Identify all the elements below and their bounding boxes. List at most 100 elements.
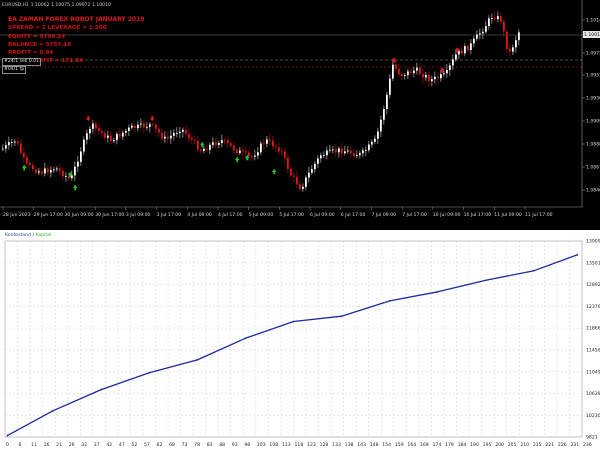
candle-body bbox=[419, 67, 421, 74]
candle-body bbox=[464, 46, 466, 54]
candle-body bbox=[470, 43, 472, 50]
candle-body bbox=[83, 139, 85, 152]
candle-body bbox=[50, 169, 52, 173]
x-tick-label: 98 bbox=[244, 442, 250, 448]
x-tick-label: 88 bbox=[219, 442, 225, 448]
candle-body bbox=[383, 109, 385, 120]
x-tick-label: 164 bbox=[407, 442, 416, 448]
candle-body bbox=[314, 163, 316, 170]
candle-body bbox=[497, 16, 499, 20]
x-tick-label: 16 bbox=[44, 442, 50, 448]
candle-body bbox=[296, 176, 298, 185]
candle-body bbox=[38, 171, 40, 173]
x-tick-label: 37 bbox=[94, 442, 100, 448]
candle-body bbox=[197, 140, 199, 150]
candle-body bbox=[95, 123, 97, 129]
candle-body bbox=[149, 124, 151, 127]
x-tick-label: 21 bbox=[56, 442, 62, 448]
candle-body bbox=[263, 143, 265, 145]
candle-body bbox=[158, 128, 160, 133]
candle-body bbox=[26, 157, 28, 164]
balance-point bbox=[6, 434, 9, 437]
y-tick-label: 12892 bbox=[586, 282, 600, 288]
candle-body bbox=[395, 64, 397, 69]
date-tick-label: 29 Jun 17:00 bbox=[34, 212, 63, 218]
candle-body bbox=[461, 50, 463, 54]
candle-body bbox=[350, 150, 352, 154]
y-tick-label: 12376 bbox=[586, 304, 600, 310]
y-tick-label: 11456 bbox=[586, 347, 600, 353]
price-tick-label: 1.08460 bbox=[586, 188, 600, 194]
candle-body bbox=[176, 132, 178, 134]
candle-body bbox=[260, 143, 262, 153]
x-tick-label: 138 bbox=[345, 442, 354, 448]
candle-body bbox=[512, 47, 514, 52]
candle-body bbox=[308, 172, 310, 178]
candle-body bbox=[392, 64, 394, 79]
candle-body bbox=[44, 168, 46, 174]
x-tick-label: 118 bbox=[295, 442, 304, 448]
candle-body bbox=[32, 165, 34, 170]
candle-body bbox=[248, 152, 250, 157]
candle-body bbox=[482, 31, 484, 34]
y-tick-label: 11049 bbox=[586, 369, 600, 375]
date-tick-label: 10 Jul 17:00 bbox=[464, 212, 492, 218]
x-tick-label: 32 bbox=[81, 442, 87, 448]
candle-body bbox=[56, 168, 58, 170]
x-tick-label: 154 bbox=[382, 442, 391, 448]
legend-equity: Kapital bbox=[35, 233, 52, 238]
candle-body bbox=[449, 65, 451, 71]
price-chart-pane[interactable]: 1.10145 1.10010 1.09725 1.09515 1.09305 1.090… bbox=[0, 0, 600, 221]
candle-body bbox=[272, 140, 274, 147]
candle-body bbox=[155, 124, 157, 129]
x-tick-label: 215 bbox=[533, 442, 542, 448]
x-tick-label: 169 bbox=[420, 442, 429, 448]
candle-body bbox=[167, 136, 169, 139]
candle-body bbox=[179, 131, 181, 133]
candle-body bbox=[362, 150, 364, 154]
candle-body bbox=[215, 142, 217, 145]
date-tick-label: 7 Jul 17:00 bbox=[402, 212, 427, 218]
x-tick-label: 57 bbox=[144, 442, 150, 448]
candle-body bbox=[5, 145, 7, 149]
candle-body bbox=[488, 18, 490, 26]
y-tick-label: 10639 bbox=[586, 391, 600, 397]
price-tick-label: 1.08880 bbox=[586, 142, 600, 148]
candle-body bbox=[251, 156, 253, 157]
candle-body bbox=[128, 127, 130, 131]
pane-divider[interactable] bbox=[0, 221, 600, 230]
candle-body bbox=[347, 150, 349, 152]
price-tick-label: 1.09515 bbox=[586, 73, 600, 79]
x-tick-label: 108 bbox=[269, 442, 278, 448]
order-tag-tp[interactable]: #04/1 tp bbox=[2, 66, 27, 74]
x-tick-label: 62 bbox=[157, 442, 163, 448]
candle-body bbox=[143, 123, 145, 128]
x-tick-label: 231 bbox=[570, 442, 579, 448]
candle-body bbox=[317, 158, 319, 164]
candle-body bbox=[518, 32, 520, 41]
candle-body bbox=[146, 126, 148, 128]
candle-body bbox=[290, 168, 292, 176]
date-tick-label: 6 Jul 09:00 bbox=[310, 212, 335, 218]
candle-body bbox=[236, 150, 238, 153]
balance-point bbox=[292, 320, 295, 323]
balance-legend: Kontostand / Kapital bbox=[5, 233, 51, 238]
balance-point bbox=[484, 279, 487, 282]
candle-body bbox=[20, 143, 22, 153]
ea-balance: BALANCE = 5757.18 bbox=[8, 41, 72, 48]
candle-body bbox=[134, 125, 136, 129]
balance-point bbox=[100, 388, 103, 391]
balance-chart-canvas: 13909 13501 12892 12376 11866 11456 11049 10639… bbox=[4, 239, 600, 448]
candle-body bbox=[29, 163, 31, 166]
candle-body bbox=[98, 128, 100, 131]
order-tag-sell[interactable]: #24/1 sell 0.01 bbox=[2, 58, 42, 66]
current-price-label: 1.10010 bbox=[584, 32, 600, 38]
candle-body bbox=[74, 166, 76, 176]
candle-body bbox=[23, 152, 25, 158]
candle-body bbox=[359, 153, 361, 156]
balance-point bbox=[533, 269, 535, 272]
candle-body bbox=[278, 147, 280, 152]
x-tick-label: 143 bbox=[357, 442, 366, 448]
price-tick-label: 1.09725 bbox=[586, 51, 600, 57]
date-tick-label: 30 Jun 17:00 bbox=[95, 212, 124, 218]
